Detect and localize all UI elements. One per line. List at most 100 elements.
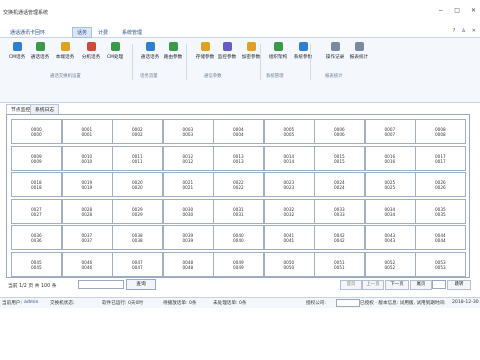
page-number-input[interactable] xyxy=(432,280,446,289)
close-icon[interactable]: ✕ xyxy=(471,7,476,14)
node-cell[interactable]: 0030 0030 xyxy=(162,198,214,224)
node-cell-id: 0019 xyxy=(81,185,93,190)
search-button[interactable]: 查询 xyxy=(126,279,156,290)
node-cell[interactable]: 0044 0044 xyxy=(415,225,466,250)
node-cell[interactable]: 0004 0004 xyxy=(213,119,264,144)
ribbon-button-11[interactable]: 系统参数 xyxy=(290,42,316,60)
node-cell[interactable]: 0006 0006 xyxy=(314,119,365,144)
window-controls: − □ ✕ xyxy=(438,7,476,14)
maximize-icon[interactable]: □ xyxy=(454,7,460,14)
node-cell[interactable]: 0024 0024 xyxy=(314,172,365,197)
node-cell[interactable]: 0021 0021 xyxy=(162,172,214,197)
node-cell[interactable]: 0012 0012 xyxy=(162,145,214,171)
phone-list-icon xyxy=(12,42,22,51)
call-icon xyxy=(145,42,155,51)
pager-summary: 当前 1/2 页 共 100 条 xyxy=(8,284,57,289)
close-icon[interactable]: ✕ xyxy=(472,28,476,34)
node-cell[interactable]: 0028 0028 xyxy=(61,198,113,224)
ribbon-button-3[interactable]: 分机话务 xyxy=(78,42,104,60)
org-icon xyxy=(273,42,283,51)
node-cell[interactable]: 0047 0047 xyxy=(112,251,163,277)
node-cell-id: 0008 xyxy=(435,132,446,137)
node-cell[interactable]: 0008 0008 xyxy=(415,119,466,144)
node-cell[interactable]: 0015 0015 xyxy=(314,145,365,171)
first-page-button[interactable]: 首页 xyxy=(340,280,362,290)
node-cell[interactable]: 0035 0035 xyxy=(415,198,466,224)
node-cell[interactable]: 0020 0020 xyxy=(112,172,163,197)
node-cell-id: 0014 xyxy=(283,158,295,164)
node-cell[interactable]: 0014 0014 xyxy=(263,145,315,171)
node-cell[interactable]: 0016 0016 xyxy=(364,145,416,171)
node-cell[interactable]: 0051 0051 xyxy=(314,251,365,277)
node-cell[interactable]: 0027 0027 xyxy=(11,198,62,224)
help-icon[interactable]: ? xyxy=(453,28,456,34)
node-cell[interactable]: 0042 0042 xyxy=(314,225,365,250)
node-cell[interactable]: 0036 0036 xyxy=(11,225,62,250)
search-input[interactable] xyxy=(78,280,124,289)
node-cell[interactable]: 0050 0050 xyxy=(263,251,315,277)
ribbon-button-8[interactable]: 监控参数 xyxy=(214,42,240,60)
node-cell[interactable]: 0010 0010 xyxy=(61,145,113,171)
ribbon-button-2[interactable]: 本端话务 xyxy=(52,42,78,60)
node-cell-id: 0050 xyxy=(283,264,295,270)
node-cell[interactable]: 0002 0002 xyxy=(112,119,163,144)
node-cell[interactable]: 0029 0029 xyxy=(112,198,163,224)
node-cell[interactable]: 0007 0007 xyxy=(364,119,416,144)
next-page-button[interactable]: 下一页 xyxy=(385,280,409,290)
node-cell[interactable]: 0033 0033 xyxy=(314,198,365,224)
ribbon-button-4[interactable]: CM处理 xyxy=(102,42,128,60)
node-cell-id: 0013 xyxy=(233,158,244,164)
ribbon-button-12[interactable]: 操作记录 xyxy=(322,42,348,60)
node-cell[interactable]: 0018 0018 xyxy=(11,172,62,197)
call-icon xyxy=(35,42,45,51)
menu-item-comm[interactable]: 通话通讯卡回环 xyxy=(6,28,49,37)
node-cell[interactable]: 0052 0052 xyxy=(364,251,416,277)
node-cell[interactable]: 0013 0013 xyxy=(213,145,264,171)
node-cell[interactable]: 0031 0031 xyxy=(213,198,264,224)
node-cell[interactable]: 0025 0025 xyxy=(364,172,416,197)
company-field[interactable] xyxy=(336,299,360,307)
ribbon-button-10[interactable]: 组织架构 xyxy=(265,42,291,60)
node-cell[interactable]: 0019 0019 xyxy=(61,172,113,197)
ribbon-button-13[interactable]: 报表统计 xyxy=(346,42,372,60)
node-cell[interactable]: 0045 0045 xyxy=(11,251,62,277)
node-cell[interactable]: 0000 0000 xyxy=(11,119,62,144)
ribbon-button-label: 监控参数 xyxy=(217,55,237,60)
node-cell[interactable]: 0046 0046 xyxy=(61,251,113,277)
node-cell[interactable]: 0038 0038 xyxy=(112,225,163,250)
menu-item-billing[interactable]: 计费 xyxy=(94,28,112,37)
ribbon-button-6[interactable]: 路由参数 xyxy=(160,42,186,60)
node-cell[interactable]: 0022 0022 xyxy=(213,172,264,197)
node-cell[interactable]: 0041 0041 xyxy=(263,225,315,250)
node-cell[interactable]: 0026 0026 xyxy=(415,172,466,197)
node-cell-id: 0030 xyxy=(182,211,194,217)
node-cell[interactable]: 0009 0009 xyxy=(11,145,62,171)
node-cell-id: 0010 xyxy=(81,158,93,164)
node-cell[interactable]: 0049 0049 xyxy=(213,251,264,277)
node-cell[interactable]: 0048 0048 xyxy=(162,251,214,277)
ribbon-group-label: 系统管理 xyxy=(266,74,284,79)
goto-page-button[interactable]: 跳转 xyxy=(447,280,471,290)
node-cell[interactable]: 0001 0001 xyxy=(61,119,113,144)
minimize-icon[interactable]: − xyxy=(438,7,443,14)
node-cell[interactable]: 0037 0037 xyxy=(61,225,113,250)
menu-item-traffic[interactable]: 话务 xyxy=(72,27,93,38)
node-cell[interactable]: 0039 0039 xyxy=(162,225,214,250)
settings-icon xyxy=(298,42,308,51)
node-cell[interactable]: 0023 0023 xyxy=(263,172,315,197)
node-cell[interactable]: 0032 0032 xyxy=(263,198,315,224)
node-cell[interactable]: 0034 0034 xyxy=(364,198,416,224)
node-cell[interactable]: 0005 0005 xyxy=(263,119,315,144)
menu-item-system[interactable]: 系统管理 xyxy=(118,28,146,37)
node-cell[interactable]: 0003 0003 xyxy=(162,119,214,144)
node-cell[interactable]: 0011 0011 xyxy=(112,145,163,171)
node-cell[interactable]: 0053 0053 xyxy=(415,251,466,277)
user-icon[interactable]: ♙ xyxy=(461,28,465,34)
last-page-button[interactable]: 尾页 xyxy=(410,280,432,290)
node-cell[interactable]: 0040 0040 xyxy=(213,225,264,250)
node-cell[interactable]: 0043 0043 xyxy=(364,225,416,250)
prev-page-button[interactable]: 上一页 xyxy=(362,280,384,290)
ribbon-button-1[interactable]: 通话话务 xyxy=(27,42,53,60)
node-cell[interactable]: 0017 0017 xyxy=(415,145,466,171)
ribbon-separator xyxy=(186,44,187,80)
